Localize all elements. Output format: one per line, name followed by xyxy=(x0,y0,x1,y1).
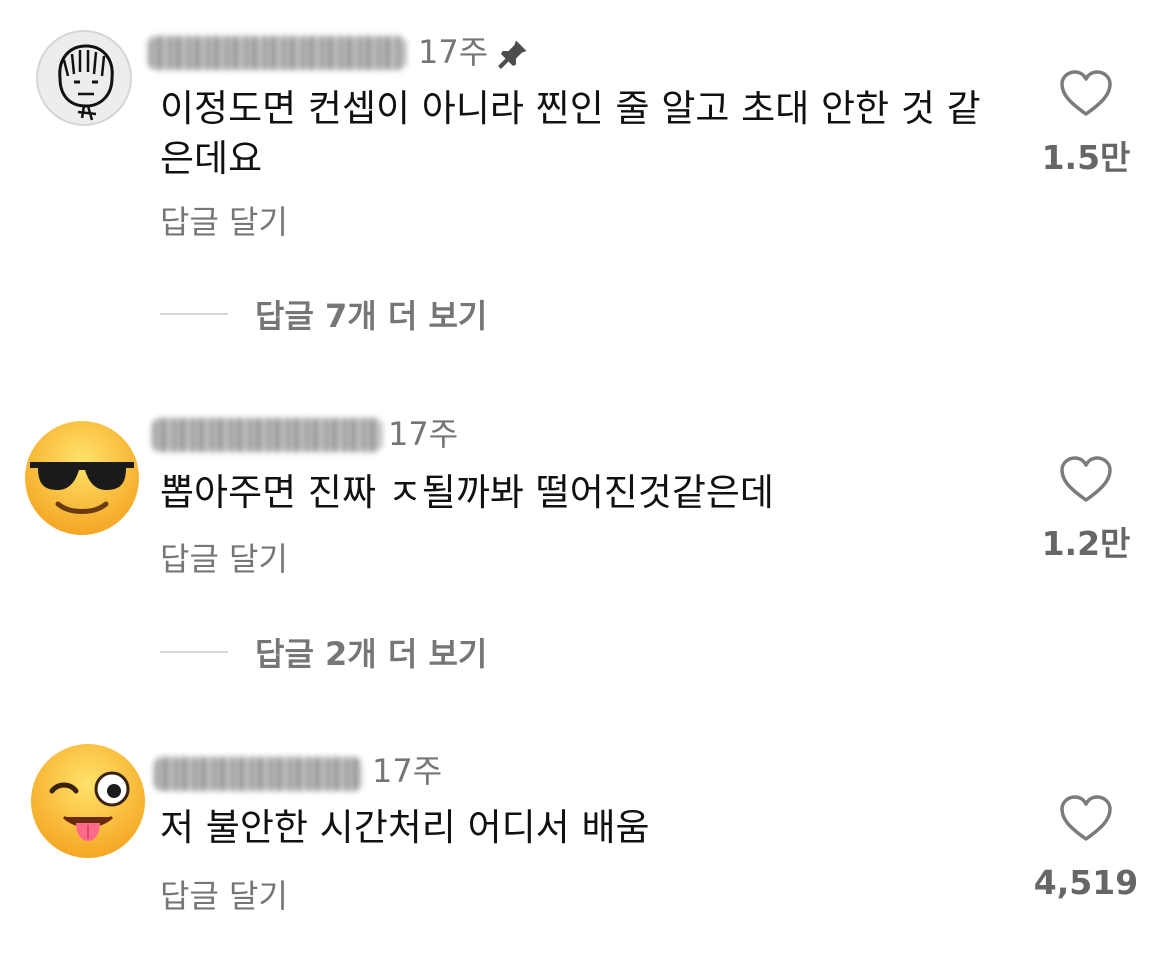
like-button[interactable]: 1.5만 xyxy=(1026,70,1146,180)
avatar[interactable] xyxy=(22,418,142,538)
like-button[interactable]: 4,519 xyxy=(1026,795,1146,905)
reply-button[interactable]: 답글 달기 xyxy=(160,877,288,915)
username[interactable] xyxy=(152,418,382,452)
sketch-face-icon xyxy=(58,44,114,121)
comment-item: 17주 저 불안한 시간처리 어디서 배움 답글 달기 4,519 xyxy=(0,735,1170,958)
like-count: 1.5만 xyxy=(1041,138,1131,177)
heart-icon xyxy=(1060,795,1112,841)
comment-item: 17주 이정도면 컨셉이 아니라 찐인 줄 알고 초대 안한 것 같은데요 답글… xyxy=(0,0,1170,340)
view-more-replies-label: 답글 7개 더 보기 xyxy=(255,297,488,335)
heart-icon xyxy=(1060,456,1112,502)
comment-time: 17주 xyxy=(372,752,443,790)
comment-time: 17주 xyxy=(418,33,489,71)
replies-divider xyxy=(160,313,228,315)
comment-item: 17주 뽑아주면 진짜 ㅈ될까봐 떨어진것같은데 답글 달기 답글 2개 더 보… xyxy=(0,400,1170,700)
view-more-replies-button[interactable]: 답글 2개 더 보기 xyxy=(160,632,488,673)
avatar[interactable] xyxy=(36,30,132,126)
like-count: 1.2만 xyxy=(1041,524,1131,563)
username[interactable] xyxy=(154,757,362,791)
like-count: 4,519 xyxy=(1033,863,1139,902)
like-button[interactable]: 1.2만 xyxy=(1026,456,1146,566)
view-more-replies-button[interactable]: 답글 7개 더 보기 xyxy=(160,294,488,335)
view-more-replies-label: 답글 2개 더 보기 xyxy=(255,635,488,673)
comment-text: 이정도면 컨셉이 아니라 찐인 줄 알고 초대 안한 것 같은데요 xyxy=(160,87,981,180)
winking-tongue-emoji-icon xyxy=(31,744,145,858)
comment-text: 저 불안한 시간처리 어디서 배움 xyxy=(160,806,650,849)
reply-button[interactable]: 답글 달기 xyxy=(160,203,288,241)
comment-text: 뽑아주면 진짜 ㅈ될까봐 떨어진것같은데 xyxy=(160,471,774,514)
sunglasses-emoji-icon xyxy=(25,421,139,535)
reply-button[interactable]: 답글 달기 xyxy=(160,540,288,578)
username[interactable] xyxy=(148,36,406,70)
pin-icon xyxy=(498,40,527,69)
replies-divider xyxy=(160,651,228,653)
comment-time: 17주 xyxy=(388,415,459,453)
heart-icon xyxy=(1060,70,1112,116)
avatar[interactable] xyxy=(28,741,148,861)
